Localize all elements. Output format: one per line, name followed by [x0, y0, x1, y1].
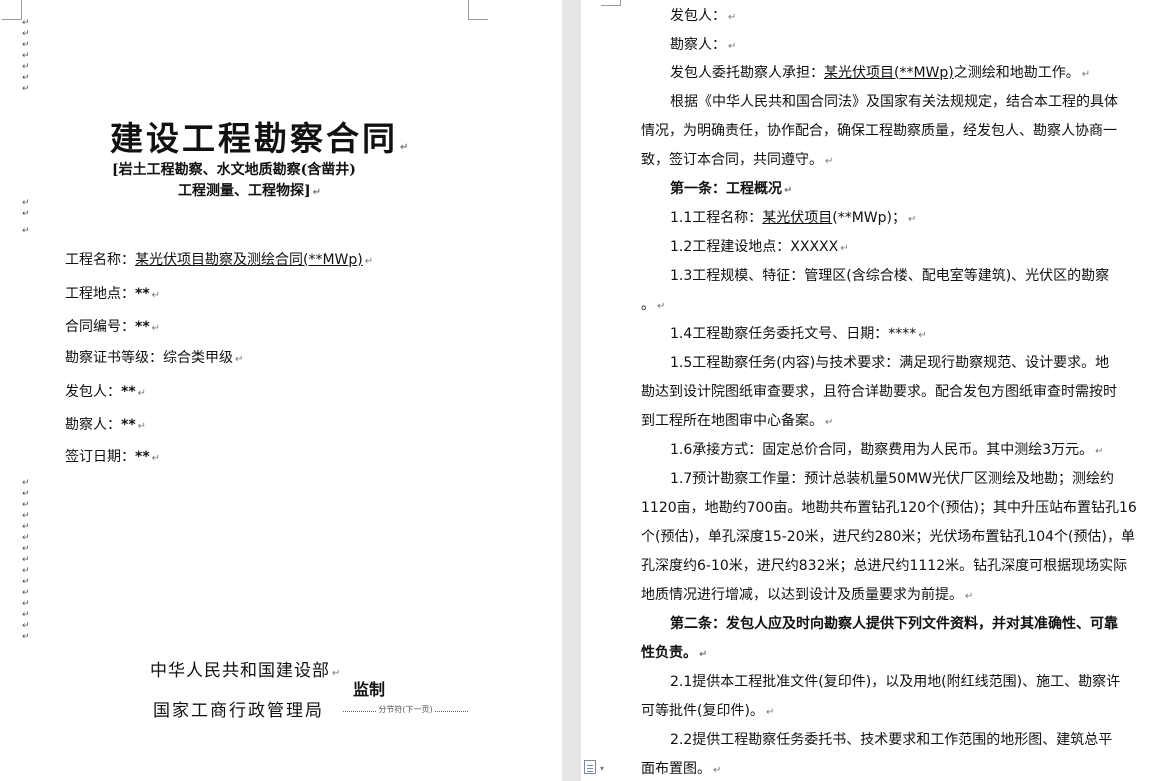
clause-1-5-cont-1: 勘达到设计院图纸审查要求，且符合详勘要求。配合发包方图纸审查时需按时 [641, 384, 1117, 400]
clause-1-3: 1.3工程规模、特征：管理区(含综合楼、配电室等建筑)、光伏区的勘察 [670, 268, 1110, 284]
empty-paragraph-marks-bottom: ↵ ↵ ↵ ↵ ↵ ↵ ↵ ↵ ↵ ↵ ↵ ↵ ↵ ↵ ↵ [22, 478, 30, 642]
clause-1-7-cont-3: 孔深度约6-10米，进尺约832米；总进尺约1112米。钻孔深度可根据现场实际 [641, 558, 1128, 574]
article-1-heading: 第一条：工程概况 ↵ [670, 181, 793, 197]
preamble-line-1: 根据《中华人民共和国合同法》及国家有关法规规定，结合本工程的具体 [670, 94, 1118, 110]
clause-1-7-cont-2: 个(预估)，单孔深度15-20米，进尺约280米；光伏场布置钻孔104个(预估)… [641, 529, 1135, 545]
contract-subtitle-line1: [岩土工程勘察、水文地质勘察(含凿井) [112, 162, 356, 178]
clause-1-4: 1.4工程勘察任务委托文号、日期：**** ↵ [670, 326, 927, 342]
clause-1-2: 1.2工程建设地点：XXXXX ↵ [670, 239, 849, 255]
entrust-line: 发包人委托勘察人承担：某光伏项目(**MWp)之测绘和地勘工作。 ↵ [670, 65, 1091, 81]
crop-mark-top-left [601, 0, 621, 6]
field-project-location: 工程地点：** ↵ [65, 286, 161, 302]
issuer-ministry: 中华人民共和国建设部 ↵ [150, 661, 342, 681]
contract-subtitle-line2: 工程测量、工程物探] ↵ [178, 183, 322, 199]
field-employer: 发包人：** ↵ [65, 384, 147, 400]
preamble-line-2: 情况，为明确责任，协作配合，确保工程勘察质量，经发包人、勘察人协商一 [641, 123, 1117, 139]
clause-1-1: 1.1工程名称：某光伏项目(**MWp)； ↵ [670, 210, 917, 226]
preamble-line-3: 致，签订本合同，共同遵守。 ↵ [641, 152, 834, 168]
supervise-label: 监制 [353, 680, 386, 699]
article-2-heading: 第二条：发包人应及时向勘察人提供下列文件资料，并对其准确性、可靠 [670, 616, 1118, 632]
contract-title: 建设工程勘察合同 ↵ [110, 119, 412, 158]
clause-2-1: 2.1提供本工程批准文件(复印件)，以及用地(附红线范围)、施工、勘察许 [670, 674, 1121, 690]
empty-paragraph-marks-mid: ↵ ↵ ↵ [22, 198, 30, 236]
empty-paragraph-marks-top: ↵ ↵ ↵ ↵ ↵ ↵ ↵ [22, 18, 30, 94]
section-break-marker: 分节符(下一页) [343, 704, 468, 716]
document-page-left: ↵ ↵ ↵ ↵ ↵ ↵ ↵ 建设工程勘察合同 ↵ [岩土工程勘察、水文地质勘察(含凿井) 工程… [0, 0, 562, 781]
field-certificate-grade: 勘察证书等级：综合类甲级 ↵ [65, 350, 244, 366]
clause-1-7-cont-4: 地质情况进行增减，以达到设计及质量要求为前提。 ↵ [641, 587, 974, 603]
clause-2-2-cont: 面布置图。 ↵ [641, 761, 722, 777]
document-page-right: 发包人： ↵ 勘察人： ↵ 发包人委托勘察人承担：某光伏项目(**MWp)之测绘和地… [581, 0, 1170, 781]
party-surveyor-line: 勘察人： ↵ [670, 37, 737, 53]
chevron-down-icon[interactable]: ▾ [600, 764, 604, 773]
clause-1-6: 1.6承接方式：固定总价合同，勘察费用为人民币。其中测绘3万元。 ↵ [670, 442, 1104, 458]
clause-2-1-cont: 可等批件(复印件)。 ↵ [641, 703, 775, 719]
field-signing-date: 签订日期：** ↵ [65, 449, 161, 465]
clause-1-7-cont-1: 1120亩，地勘约700亩。地勘共布置钻孔120个(预估)；其中升压站布置钻孔1… [641, 500, 1137, 516]
crop-mark-top-left [2, 0, 22, 20]
clause-1-7: 1.7预计勘察工作量：预计总装机量50MW光伏厂区测绘及地勘；测绘约 [670, 471, 1114, 487]
article-2-heading-cont: 性负责。 ↵ [641, 645, 708, 661]
issuer-administration: 国家工商行政管理局 [153, 701, 324, 721]
field-project-name: 工程名称：某光伏项目勘察及测绘合同(**MWp) ↵ [65, 252, 374, 268]
field-contract-number: 合同编号：** ↵ [65, 319, 161, 335]
field-surveyor: 勘察人：** ↵ [65, 417, 147, 433]
document-view-icon[interactable] [584, 760, 596, 774]
clause-2-2: 2.2提供工程勘察任务委托书、技术要求和工作范围的地形图、建筑总平 [670, 732, 1113, 748]
crop-mark-top-right [468, 0, 488, 20]
clause-1-3-cont: 。 ↵ [641, 297, 666, 313]
clause-1-5-cont-2: 到工程所在地图审中心备案。 ↵ [641, 413, 834, 429]
party-employer-line: 发包人： ↵ [670, 8, 737, 24]
clause-1-5: 1.5工程勘察任务(内容)与技术要求：满足现行勘察规范、设计要求。地 [670, 355, 1110, 371]
